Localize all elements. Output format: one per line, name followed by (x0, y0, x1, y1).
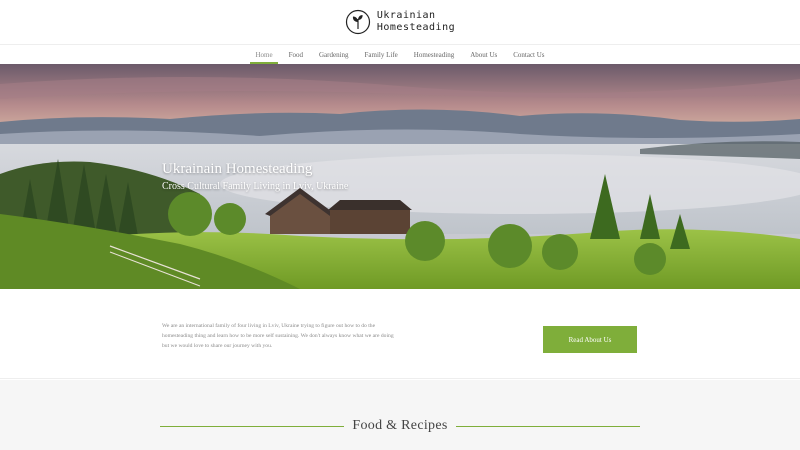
nav-item-family-life[interactable]: Family Life (357, 45, 406, 64)
hero-banner: Ukrainain Homesteading Cross Cultural Fa… (0, 64, 800, 289)
logo-line-1: Ukrainian (376, 10, 436, 21)
read-about-us-button[interactable]: Read About Us (543, 326, 637, 353)
heading-divider-left (160, 425, 345, 427)
food-recipes-section: Food & Recipes (0, 380, 800, 450)
site-logo-text: Ukrainian Homesteading (377, 10, 455, 34)
hero-title: Ukrainain Homesteading (162, 161, 313, 177)
site-logo[interactable]: Ukrainian Homesteading (345, 9, 455, 35)
nav-item-about-us[interactable]: About Us (462, 45, 505, 64)
nav-item-homesteading[interactable]: Homesteading (406, 45, 462, 64)
hero-subtitle: Cross Cultural Family Living in Lviv, Uk… (162, 181, 349, 192)
logo-line-2: Homesteading (376, 22, 456, 33)
nav-item-food[interactable]: Food (281, 45, 311, 64)
site-header: Ukrainian Homesteading (0, 0, 800, 44)
nav-item-gardening[interactable]: Gardening (311, 45, 357, 64)
food-section-heading: Food & Recipes (0, 418, 800, 434)
nav-item-contact-us[interactable]: Contact Us (505, 45, 552, 64)
food-section-title: Food & Recipes (352, 418, 448, 433)
heading-divider-right (455, 425, 640, 427)
sprout-logo-icon (345, 9, 370, 35)
nav-item-home[interactable]: Home (247, 45, 280, 64)
intro-text: We are an international family of four l… (162, 323, 394, 349)
hero-landscape-image (0, 64, 800, 289)
main-nav: Home Food Gardening Family Life Homestea… (0, 44, 800, 64)
intro-section: We are an international family of four l… (0, 289, 800, 379)
